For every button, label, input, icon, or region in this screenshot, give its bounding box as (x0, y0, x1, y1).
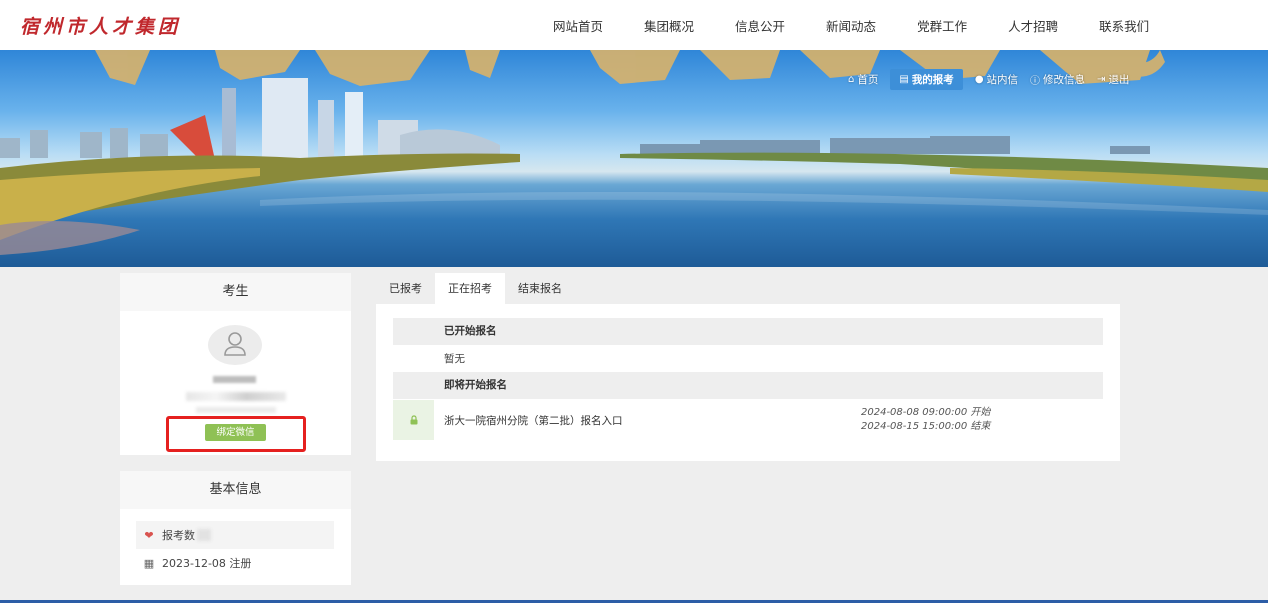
exam-entry-link[interactable]: 浙大一院宿州分院（第二批）报名入口 (444, 413, 623, 428)
heart-icon: ❤ (144, 528, 154, 542)
redacted-detail (196, 407, 276, 413)
redacted-name (213, 376, 256, 383)
register-date-row: ▦ 2023-12-08 注册 (136, 549, 334, 577)
redacted-id (186, 392, 286, 401)
logout-icon: ⇥ (1097, 73, 1106, 85)
user-icon (224, 332, 246, 356)
nav-party[interactable]: 党群工作 (917, 16, 967, 35)
apply-count-label: 报考数 (162, 529, 195, 542)
banner: ⌂ 首页 ▤ 我的报考 ● 站内信 ⓘ 修改信息 ⇥ 退出 (0, 50, 1268, 267)
redacted-count (197, 529, 211, 541)
profile-card-title: 考生 (120, 273, 351, 311)
highlight-box (166, 416, 306, 452)
banner-nav-messages[interactable]: ● 站内信 (975, 72, 1018, 87)
basic-info-title: 基本信息 (120, 471, 351, 509)
banner-nav-my-exams[interactable]: ▤ 我的报考 (890, 68, 963, 90)
site-logo[interactable]: 宿州市人才集团 (20, 12, 181, 39)
tab-closed[interactable]: 结束报名 (505, 273, 575, 304)
nav-disclosure[interactable]: 信息公开 (735, 16, 785, 35)
section-started-empty: 暂无 (444, 353, 465, 365)
section-upcoming-title: 即将开始报名 (393, 372, 1103, 399)
home-icon: ⌂ (848, 73, 855, 85)
nav-news[interactable]: 新闻动态 (826, 16, 876, 35)
exam-start-time: 2024-08-08 09:00:00 开始 (861, 407, 991, 418)
avatar (208, 325, 262, 365)
calendar-icon: ▦ (143, 556, 155, 570)
tab-recruiting[interactable]: 正在招考 (435, 273, 505, 304)
banner-nav-logout[interactable]: ⇥ 退出 (1097, 72, 1129, 87)
top-header: 宿州市人才集团 网站首页 集团概况 信息公开 新闻动态 党群工作 人才招聘 联系… (0, 0, 1268, 50)
id-card-icon: ▤ (899, 73, 909, 85)
exam-tabs: 已报考 正在招考 结束报名 (376, 273, 575, 304)
info-icon: ⓘ (1030, 75, 1041, 87)
lock-glyph (410, 415, 417, 425)
lock-icon (393, 400, 434, 440)
exam-end-time: 2024-08-15 15:00:00 结束 (861, 421, 991, 432)
nav-recruit[interactable]: 人才招聘 (1008, 16, 1058, 35)
banner-nav-edit-info-label: 修改信息 (1043, 73, 1086, 86)
banner-nav-logout-label: 退出 (1108, 73, 1130, 86)
tab-applied[interactable]: 已报考 (376, 273, 435, 304)
banner-nav-messages-label: 站内信 (986, 73, 1019, 86)
basic-info-card: 基本信息 ❤ 报考数 ▦ 2023-12-08 注册 (120, 471, 351, 585)
section-started-title: 已开始报名 (393, 318, 1103, 345)
banner-nav-home[interactable]: ⌂ 首页 (848, 72, 878, 87)
register-date: 2023-12-08 注册 (162, 557, 252, 570)
main-nav: 网站首页 集团概况 信息公开 新闻动态 党群工作 人才招聘 联系我们 (553, 0, 1149, 50)
banner-nav-my-exams-label: 我的报考 (911, 73, 954, 86)
list-item: 浙大一院宿州分院（第二批）报名入口 2024-08-08 09:00:00 开始… (393, 400, 1103, 440)
banner-nav-home-label: 首页 (857, 73, 879, 86)
apply-count-row: ❤ 报考数 (136, 521, 334, 549)
banner-user-nav: ⌂ 首页 ▤ 我的报考 ● 站内信 ⓘ 修改信息 ⇥ 退出 (848, 68, 1141, 90)
exam-time: 2024-08-08 09:00:00 开始 2024-08-15 15:00:… (861, 406, 990, 434)
chat-icon: ● (974, 73, 984, 85)
nav-home[interactable]: 网站首页 (553, 16, 603, 35)
nav-contact[interactable]: 联系我们 (1099, 16, 1149, 35)
banner-nav-edit-info[interactable]: ⓘ 修改信息 (1030, 72, 1085, 87)
exam-list-panel: 已开始报名 暂无 即将开始报名 浙大一院宿州分院（第二批）报名入口 2024-0… (376, 304, 1120, 461)
nav-about[interactable]: 集团概况 (644, 16, 694, 35)
